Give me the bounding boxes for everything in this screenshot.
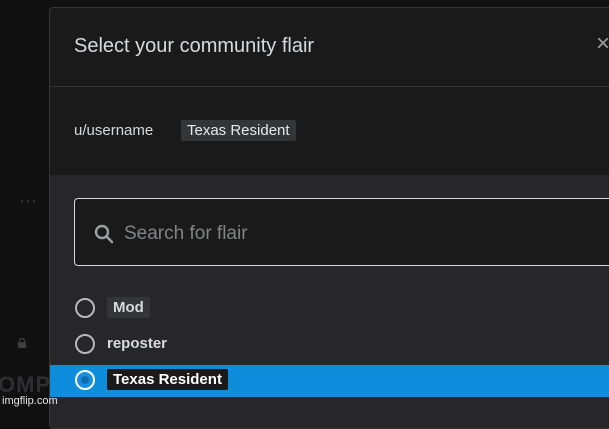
search-icon [94, 224, 114, 244]
search-field[interactable] [74, 198, 609, 266]
radio-button[interactable] [75, 334, 95, 354]
flair-option-reposter[interactable]: reposter [50, 329, 609, 361]
flair-picker: Mod reposter Texas Resident [50, 175, 609, 428]
flair-option-label: reposter [107, 335, 168, 352]
radio-button-selected[interactable] [75, 370, 95, 390]
username: u/username [74, 122, 154, 139]
flair-option-mod[interactable]: Mod [50, 293, 609, 325]
radio-button[interactable] [75, 298, 95, 318]
lock-icon [17, 338, 27, 348]
flair-preview: u/username Texas Resident [50, 87, 609, 175]
modal-title: Select your community flair [74, 35, 315, 57]
flair-option-label: Mod [107, 297, 150, 318]
flair-modal: Select your community flair × u/username… [49, 7, 609, 429]
flair-option-texas-resident[interactable]: Texas Resident [50, 365, 609, 397]
close-button[interactable]: × [596, 32, 609, 56]
modal-header: Select your community flair × [50, 8, 609, 87]
flair-option-label: Texas Resident [107, 369, 228, 390]
search-input[interactable] [122, 221, 606, 247]
current-flair-tag: Texas Resident [181, 120, 296, 141]
watermark: imgflip.com [2, 395, 58, 407]
background-overflow-dots: ··· [20, 192, 37, 208]
